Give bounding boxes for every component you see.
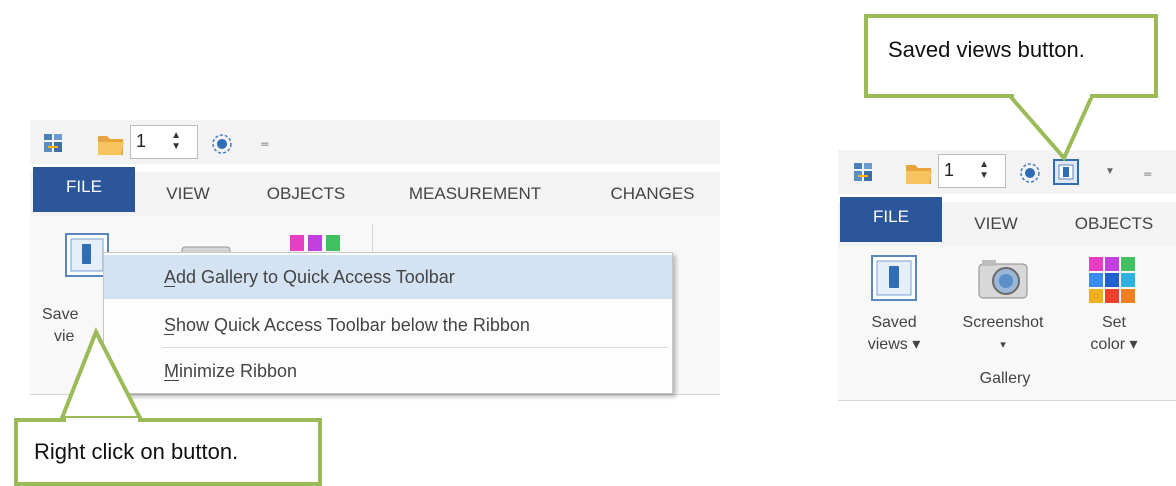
callout-right-click: Right click on button. [14,418,322,486]
pointer-join [1014,94,1090,98]
pointer-join [66,418,138,422]
callout-text: Saved views button. [888,37,1085,62]
callout-saved-views: Saved views button. [864,14,1158,98]
callout-text: Right click on button. [34,439,239,464]
